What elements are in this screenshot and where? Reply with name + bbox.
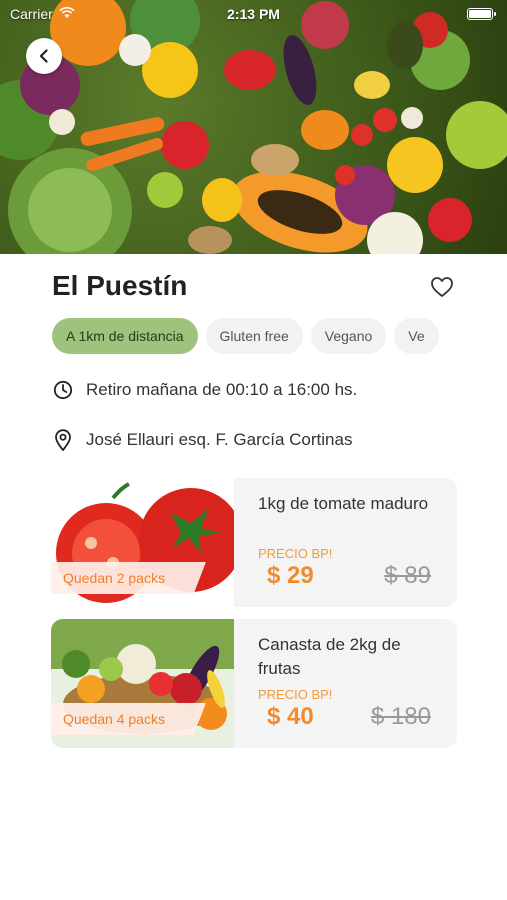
- product-info: 1kg de tomate maduro PRECIO BP! $ 29 $ 8…: [258, 478, 457, 607]
- back-chevron-icon: [39, 49, 48, 63]
- product-price: $ 29: [267, 562, 314, 589]
- product-price: $ 40: [267, 703, 314, 730]
- tag-vegetariano[interactable]: Ve: [394, 318, 439, 354]
- address-info: José Ellauri esq. F. García Cortinas: [52, 429, 352, 451]
- address-text: José Ellauri esq. F. García Cortinas: [86, 430, 353, 449]
- product-card[interactable]: Quedan 4 packs Canasta de 2kg de frutas …: [51, 619, 457, 748]
- status-bar: Carrier 2:13 PM: [0, 0, 507, 28]
- price-label: PRECIO BP!: [258, 687, 333, 702]
- product-name: Canasta de 2kg de frutas: [258, 635, 401, 678]
- vegetables-illustration: [0, 0, 507, 254]
- tag-distance[interactable]: A 1km de distancia: [52, 318, 198, 354]
- product-image: Quedan 2 packs: [51, 478, 234, 607]
- store-title: El Puestín: [52, 270, 188, 301]
- location-pin-icon: [52, 429, 74, 451]
- tag-list: A 1km de distancia Gluten free Vegano Ve: [52, 318, 456, 356]
- battery-icon: [467, 8, 496, 20]
- packs-remaining-badge: Quedan 4 packs: [51, 703, 206, 735]
- product-image: Quedan 4 packs: [51, 619, 234, 748]
- tag-gluten-free[interactable]: Gluten free: [205, 318, 303, 354]
- back-button[interactable]: [26, 38, 62, 74]
- product-old-price: $ 89: [384, 562, 431, 589]
- clock-icon: [52, 379, 74, 401]
- product-name: 1kg de tomate maduro: [258, 494, 429, 513]
- status-time: 2:13 PM: [227, 6, 280, 22]
- heart-icon: [431, 277, 453, 297]
- favorite-button[interactable]: [428, 274, 456, 300]
- product-card[interactable]: Quedan 2 packs 1kg de tomate maduro PREC…: [51, 478, 457, 607]
- product-info: Canasta de 2kg de frutas PRECIO BP! $ 40…: [258, 619, 457, 748]
- pickup-info: Retiro mañana de 00:10 a 16:00 hs.: [52, 379, 357, 401]
- product-old-price: $ 180: [370, 703, 431, 730]
- price-label: PRECIO BP!: [258, 546, 333, 561]
- packs-remaining-badge: Quedan 2 packs: [51, 562, 206, 594]
- hero-image: [0, 0, 507, 254]
- tag-vegano[interactable]: Vegano: [310, 318, 387, 354]
- pickup-text: Retiro mañana de 00:10 a 16:00 hs.: [86, 380, 358, 399]
